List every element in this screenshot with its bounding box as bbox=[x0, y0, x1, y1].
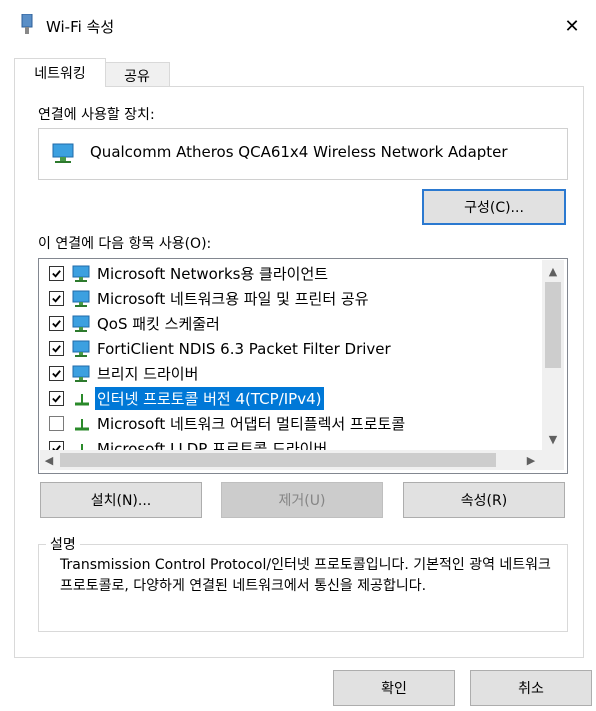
window-title: Wi-Fi 속성 bbox=[46, 18, 115, 36]
wifi-adapter-icon bbox=[21, 14, 33, 34]
scroll-corner bbox=[542, 450, 564, 470]
scroll-up-icon[interactable]: ▲ bbox=[542, 262, 564, 280]
horizontal-scroll-thumb[interactable] bbox=[60, 453, 496, 467]
ok-button[interactable]: 확인 bbox=[333, 670, 455, 706]
item-label: Microsoft Networks용 클라이언트 bbox=[97, 265, 329, 283]
item-checkbox[interactable] bbox=[49, 416, 64, 431]
item-label: FortiClient NDIS 6.3 Packet Filter Drive… bbox=[97, 339, 391, 358]
list-item[interactable]: Microsoft 네트워크 어댑터 멀티플렉서 프로토콜 bbox=[49, 411, 539, 436]
item-label: Microsoft 네트워크 어댑터 멀티플렉서 프로토콜 bbox=[97, 415, 406, 433]
item-checkbox[interactable] bbox=[49, 366, 64, 381]
network-service-icon bbox=[72, 365, 92, 383]
item-checkbox[interactable] bbox=[49, 391, 64, 406]
list-item[interactable]: 인터넷 프로토콜 버전 4(TCP/IPv4) bbox=[49, 386, 539, 411]
item-label: Microsoft 네트워크용 파일 및 프린터 공유 bbox=[97, 290, 369, 308]
cancel-button[interactable]: 취소 bbox=[470, 670, 592, 706]
item-label: 브리지 드라이버 bbox=[97, 365, 199, 383]
list-item[interactable]: 브리지 드라이버 bbox=[49, 361, 539, 386]
tab-networking[interactable]: 네트워킹 bbox=[14, 58, 106, 87]
scroll-down-icon[interactable]: ▼ bbox=[542, 430, 564, 448]
items-list: Microsoft Networks용 클라이언트 Microsoft 네트워크용… bbox=[38, 258, 568, 474]
close-button[interactable]: ✕ bbox=[552, 8, 592, 44]
protocol-icon bbox=[72, 390, 92, 408]
scroll-left-icon[interactable]: ◀ bbox=[40, 451, 58, 469]
list-item[interactable]: FortiClient NDIS 6.3 Packet Filter Drive… bbox=[49, 336, 539, 361]
item-checkbox[interactable] bbox=[49, 291, 64, 306]
item-label: QoS 패킷 스케줄러 bbox=[97, 315, 220, 333]
item-checkbox[interactable] bbox=[49, 316, 64, 331]
network-adapter-icon bbox=[52, 143, 74, 163]
item-checkbox[interactable] bbox=[49, 266, 64, 281]
device-name: Qualcomm Atheros QCA61x4 Wireless Networ… bbox=[90, 143, 508, 161]
connect-using-label: 연결에 사용할 장치: bbox=[38, 107, 155, 123]
uninstall-button: 제거(U) bbox=[221, 482, 383, 518]
network-client-icon bbox=[72, 265, 92, 283]
scroll-right-icon[interactable]: ▶ bbox=[522, 451, 540, 469]
protocol-icon bbox=[72, 415, 92, 433]
description-text: Transmission Control Protocol/인터넷 프로토콜입니… bbox=[60, 557, 551, 594]
vertical-scroll-thumb[interactable] bbox=[545, 282, 561, 368]
list-item[interactable]: QoS 패킷 스케줄러 bbox=[49, 311, 539, 336]
properties-button[interactable]: 속성(R) bbox=[403, 482, 565, 518]
network-share-icon bbox=[72, 290, 92, 308]
tab-sharing-label: 공유 bbox=[124, 69, 150, 85]
configure-button[interactable]: 구성(C)... bbox=[422, 189, 566, 225]
network-service-icon bbox=[72, 315, 92, 333]
items-label: 이 연결에 다음 항목 사용(O): bbox=[38, 236, 212, 252]
item-checkbox[interactable] bbox=[49, 341, 64, 356]
install-button[interactable]: 설치(N)... bbox=[40, 482, 202, 518]
list-item[interactable]: Microsoft 네트워크용 파일 및 프린터 공유 bbox=[49, 286, 539, 311]
close-icon: ✕ bbox=[564, 15, 580, 37]
description-title: 설명 bbox=[46, 534, 80, 554]
tab-networking-label: 네트워킹 bbox=[34, 66, 86, 82]
list-item[interactable]: Microsoft Networks용 클라이언트 bbox=[49, 261, 539, 286]
network-service-icon bbox=[72, 340, 92, 358]
item-label: 인터넷 프로토콜 버전 4(TCP/IPv4) bbox=[95, 387, 324, 410]
tab-sharing[interactable]: 공유 bbox=[104, 62, 170, 89]
